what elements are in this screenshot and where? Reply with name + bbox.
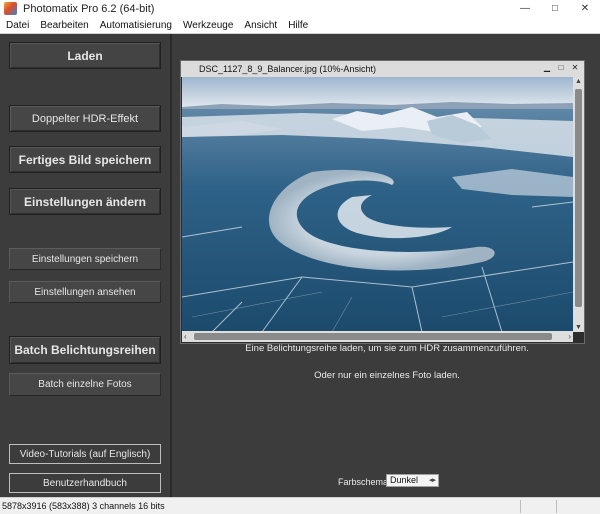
- window-controls: — □ ✕: [510, 0, 600, 17]
- main-area: DSC_1127_8_9_Balancer.jpg (10%-Ansicht) …: [174, 34, 600, 497]
- frozen-lake-photo: [182, 77, 573, 332]
- batch-single-photos-button[interactable]: Batch einzelne Fotos: [9, 373, 161, 396]
- user-manual-button[interactable]: Benutzerhandbuch: [9, 473, 161, 493]
- spinner-arrows-icon: ◂▸: [428, 477, 436, 484]
- status-separator: [556, 500, 557, 513]
- load-brackets-hint: Eine Belichtungsreihe laden, um sie zum …: [245, 343, 529, 354]
- change-settings-button[interactable]: Einstellungen ändern: [9, 188, 161, 215]
- save-final-image-button[interactable]: Fertiges Bild speichern: [9, 146, 161, 173]
- preview-filename: DSC_1127_8_9_Balancer.jpg (10%-Ansicht): [199, 64, 376, 74]
- horizontal-scroll-thumb[interactable]: [194, 333, 552, 340]
- scroll-right-icon[interactable]: ›: [568, 331, 571, 342]
- preview-title-bar[interactable]: DSC_1127_8_9_Balancer.jpg (10%-Ansicht) …: [181, 61, 584, 77]
- image-preview-window: DSC_1127_8_9_Balancer.jpg (10%-Ansicht) …: [180, 60, 585, 344]
- color-scheme-value: Dunkel: [390, 475, 419, 485]
- app-window: Photomatix Pro 6.2 (64-bit) — □ ✕ Datei …: [0, 0, 600, 514]
- preview-horizontal-scrollbar[interactable]: ‹ ›: [182, 331, 573, 342]
- batch-brackets-button[interactable]: Batch Belichtungsreihen: [9, 336, 161, 364]
- preview-close-icon[interactable]: ✕: [570, 62, 580, 74]
- menu-automatisierung[interactable]: Automatisierung: [95, 20, 177, 31]
- color-scheme-label: Farbschema:: [338, 477, 391, 487]
- maximize-icon[interactable]: □: [540, 0, 570, 17]
- color-scheme-dropdown[interactable]: Dunkel ◂▸: [386, 474, 439, 487]
- preview-window-controls: ▁ □ ✕: [542, 62, 580, 74]
- workflow-shortcuts-panel: Laden Doppelter HDR-Effekt Fertiges Bild…: [0, 34, 172, 497]
- close-icon[interactable]: ✕: [570, 0, 600, 17]
- menu-hilfe[interactable]: Hilfe: [283, 20, 313, 31]
- window-title: Photomatix Pro 6.2 (64-bit): [23, 2, 155, 15]
- title-bar: Photomatix Pro 6.2 (64-bit) — □ ✕: [0, 0, 600, 17]
- image-info-status: 5878x3916 (583x388) 3 channels 16 bits: [2, 501, 165, 511]
- save-settings-button[interactable]: Einstellungen speichern: [9, 248, 161, 270]
- scroll-down-icon[interactable]: ▼: [573, 324, 584, 331]
- scroll-up-icon[interactable]: ▲: [573, 78, 584, 85]
- preview-minimize-icon[interactable]: ▁: [542, 62, 552, 74]
- status-separator: [520, 500, 521, 513]
- scroll-left-icon[interactable]: ‹: [184, 331, 187, 342]
- vertical-scroll-thumb[interactable]: [575, 89, 582, 307]
- preview-vertical-scrollbar[interactable]: ▲ ▼: [573, 77, 584, 332]
- menu-werkzeuge[interactable]: Werkzeuge: [178, 20, 238, 31]
- menu-datei[interactable]: Datei: [1, 20, 34, 31]
- menu-bar: Datei Bearbeiten Automatisierung Werkzeu…: [0, 17, 600, 34]
- minimize-icon[interactable]: —: [510, 0, 540, 17]
- video-tutorials-button[interactable]: Video-Tutorials (auf Englisch): [9, 444, 161, 464]
- menu-ansicht[interactable]: Ansicht: [239, 20, 282, 31]
- view-settings-button[interactable]: Einstellungen ansehen: [9, 281, 161, 303]
- load-button[interactable]: Laden: [9, 42, 161, 69]
- double-hdr-effect-button[interactable]: Doppelter HDR-Effekt: [9, 105, 161, 132]
- load-single-photo-hint: Oder nur ein einzelnes Foto laden.: [314, 370, 460, 381]
- menu-bearbeiten[interactable]: Bearbeiten: [35, 20, 93, 31]
- photomatix-logo-icon: [4, 2, 17, 15]
- status-bar: 5878x3916 (583x388) 3 channels 16 bits: [0, 497, 600, 514]
- preview-maximize-icon[interactable]: □: [556, 62, 566, 74]
